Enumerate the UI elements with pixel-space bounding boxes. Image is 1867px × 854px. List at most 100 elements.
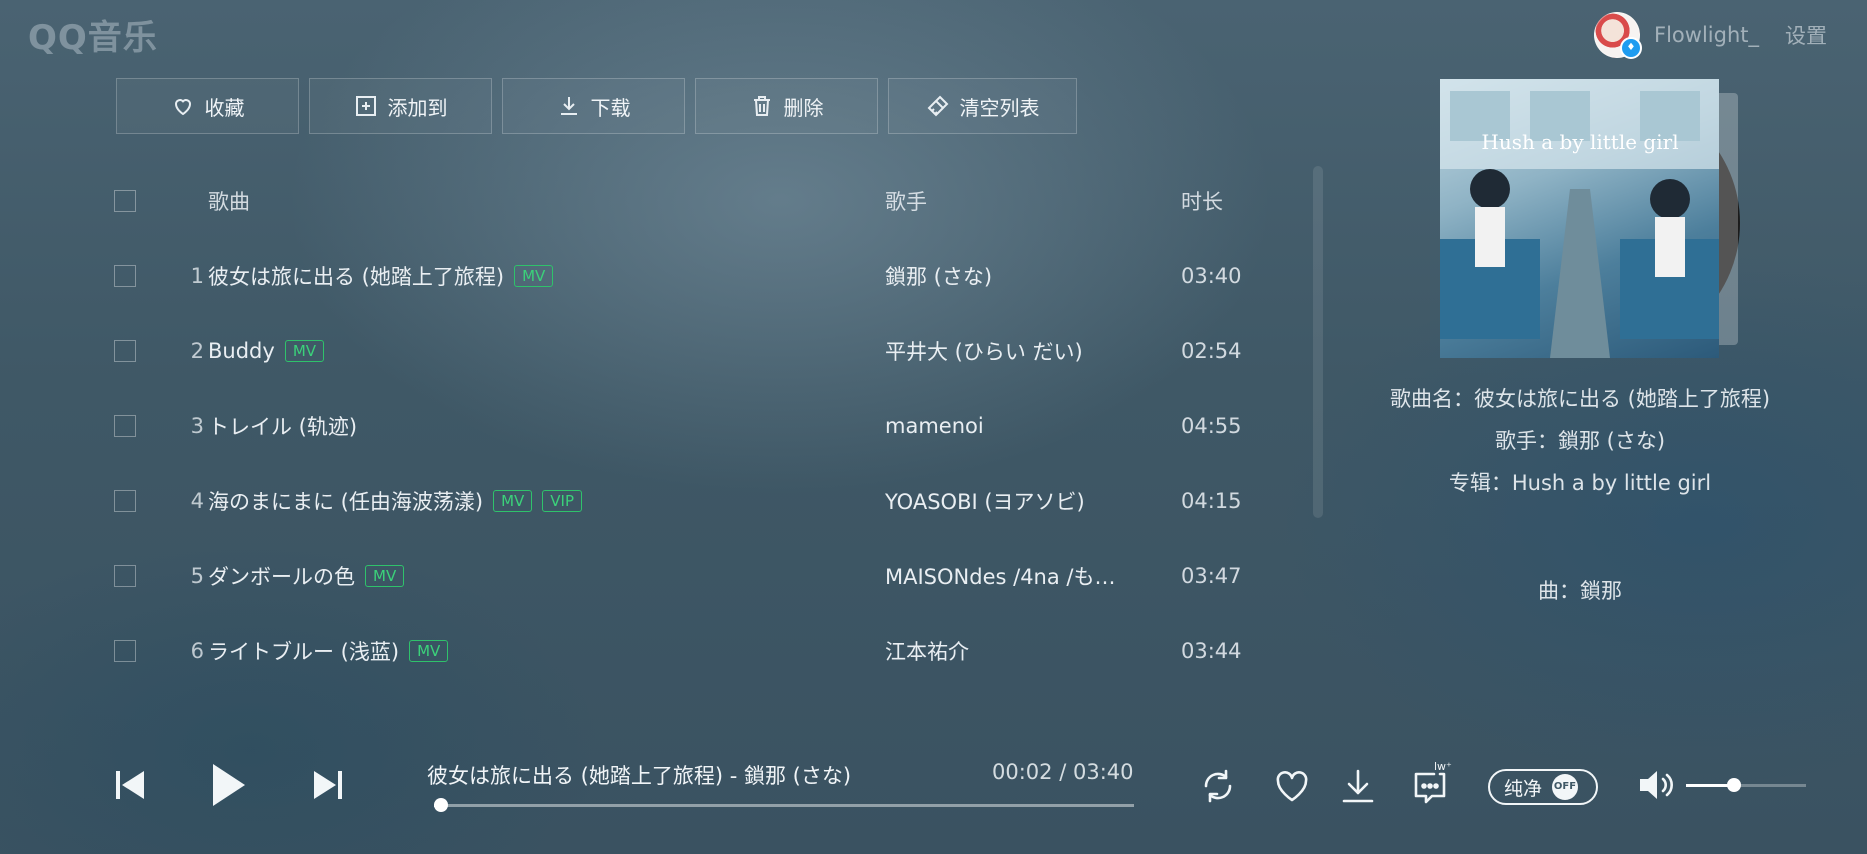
mv-badge[interactable]: MV	[514, 264, 554, 287]
song-artist[interactable]: 江本祐介	[885, 636, 1125, 666]
song-row[interactable]: 1 彼女は旅に出る (她踏上了旅程) MV 鎖那 (さな) 03:40	[112, 238, 1252, 313]
like-button[interactable]	[1270, 764, 1314, 808]
loop-mode-button[interactable]	[1196, 764, 1240, 808]
song-title-cell: ライトブルー (浅蓝) MV	[208, 636, 449, 666]
mv-badge[interactable]: MV	[284, 339, 325, 362]
song-artist[interactable]: 平井大 (ひらい だい)	[885, 336, 1125, 366]
volume-knob[interactable]	[1727, 778, 1741, 792]
song-title[interactable]: トレイル (轨迹)	[208, 411, 357, 441]
song-list-scrollbar[interactable]	[1313, 166, 1323, 518]
song-duration: 04:15	[1181, 488, 1242, 513]
song-name-info: 歌曲名：彼女は旅に出る (她踏上了旅程)	[1389, 387, 1771, 411]
download-button[interactable]: 下载	[502, 78, 685, 134]
pure-mode-label: 纯净	[1504, 777, 1543, 800]
song-title[interactable]: 彼女は旅に出る (她踏上了旅程)	[208, 261, 504, 291]
app-logo: QQ音乐	[28, 18, 158, 58]
username[interactable]: Flowlight_	[1654, 23, 1759, 47]
delete-button[interactable]: 删除	[695, 78, 878, 134]
mv-badge[interactable]: MV	[409, 639, 449, 662]
row-index: 6	[190, 638, 204, 663]
song-duration: 03:40	[1181, 263, 1242, 288]
row-checkbox[interactable]	[114, 564, 136, 587]
song-row[interactable]: 4 海のまにまに (任由海波荡漾) MV VIP YOASOBI (ヨアソビ) …	[112, 463, 1252, 538]
add-to-button[interactable]: 添加到	[309, 78, 492, 134]
row-checkbox[interactable]	[114, 264, 136, 287]
song-title-cell: 彼女は旅に出る (她踏上了旅程) MV	[208, 261, 554, 291]
row-checkbox[interactable]	[114, 339, 136, 362]
row-checkbox[interactable]	[114, 639, 136, 662]
download-track-button[interactable]	[1336, 764, 1380, 808]
song-artist[interactable]: YOASOBI (ヨアソビ)	[885, 486, 1125, 516]
volume-button[interactable]	[1636, 766, 1676, 808]
volume-slider[interactable]	[1686, 778, 1806, 792]
add-to-label: 添加到	[387, 95, 448, 120]
song-row[interactable]: 2 Buddy MV 平井大 (ひらい だい) 02:54	[112, 313, 1252, 388]
skip-previous-icon	[116, 771, 144, 799]
playback-time: 00:02 / 03:40	[992, 760, 1134, 784]
pure-mode-toggle[interactable]: 纯净 OFF	[1488, 769, 1598, 805]
album-info[interactable]: 专辑：Hush a by little girl	[1380, 467, 1780, 497]
delete-label: 删除	[783, 95, 824, 120]
song-duration: 03:44	[1181, 638, 1242, 663]
elapsed-time: 00:02	[992, 760, 1053, 784]
row-checkbox[interactable]	[114, 489, 136, 512]
song-row[interactable]: 3 トレイル (轨迹) mamenoi 04:55	[112, 388, 1252, 463]
skip-next-icon	[314, 771, 342, 799]
song-list-toolbar: 收藏 添加到 下载 删除 清空列表	[116, 78, 1077, 134]
progress-bar[interactable]	[434, 798, 1134, 812]
song-title-cell: 海のまにまに (任由海波荡漾) MV VIP	[208, 486, 582, 516]
select-all-checkbox[interactable]	[114, 189, 136, 212]
row-index: 1	[190, 263, 204, 288]
row-checkbox[interactable]	[114, 414, 136, 437]
song-duration: 03:47	[1181, 563, 1242, 588]
download-label: 下载	[590, 95, 631, 120]
clear-list-button[interactable]: 清空列表	[888, 78, 1077, 134]
row-index: 5	[190, 563, 204, 588]
song-row[interactable]: 6 ライトブルー (浅蓝) MV 江本祐介 03:44	[112, 613, 1252, 688]
favorite-button[interactable]: 收藏	[116, 78, 299, 134]
download-icon	[1342, 769, 1374, 803]
lyrics-badge: lw⁺	[1434, 760, 1452, 773]
next-button[interactable]	[312, 769, 344, 805]
vip-badge: VIP	[542, 489, 582, 512]
vip-status-icon: ♦	[1620, 37, 1643, 59]
album-art-area: Hush a by little girl	[1440, 79, 1740, 359]
row-index: 3	[190, 413, 204, 438]
song-title[interactable]: 海のまにまに (任由海波荡漾)	[208, 486, 483, 516]
total-time: 03:40	[1072, 760, 1134, 784]
previous-button[interactable]	[114, 769, 146, 805]
cover-title-text: Hush a by little girl	[1481, 130, 1678, 154]
heart-outline-icon	[1276, 771, 1308, 802]
song-artist[interactable]: mamenoi	[885, 414, 1125, 438]
pure-mode-state: OFF	[1552, 774, 1579, 800]
play-button[interactable]	[211, 762, 247, 812]
song-title[interactable]: ライトブルー (浅蓝)	[208, 636, 399, 666]
composer-info: 曲：鎖那	[1538, 579, 1622, 603]
user-avatar[interactable]: ♦	[1594, 12, 1643, 59]
song-title-cell: トレイル (轨迹)	[208, 411, 357, 441]
song-list-header: 歌曲 歌手 时长	[112, 163, 1252, 238]
song-title[interactable]: Buddy	[208, 339, 275, 363]
row-index: 4	[190, 488, 204, 513]
settings-link[interactable]: 设置	[1785, 20, 1827, 50]
broom-icon	[927, 95, 948, 117]
artist-info[interactable]: 歌手：鎖那 (さな)	[1380, 425, 1780, 455]
lyrics-button[interactable]: lw⁺	[1408, 760, 1452, 808]
mv-badge[interactable]: MV	[493, 489, 533, 512]
header-duration: 时长	[1181, 189, 1223, 214]
album-cover[interactable]: Hush a by little girl	[1440, 79, 1719, 358]
play-icon	[213, 764, 245, 806]
row-index: 2	[190, 338, 204, 363]
song-title[interactable]: ダンボールの色	[208, 561, 355, 591]
progress-knob[interactable]	[434, 798, 448, 812]
download-icon	[560, 97, 577, 115]
mv-badge[interactable]: MV	[365, 564, 405, 587]
header-song: 歌曲	[208, 189, 250, 214]
plus-square-icon	[355, 96, 376, 116]
song-row[interactable]: 5 ダンボールの色 MV MAISONdes /4na /も… 03:47	[112, 538, 1252, 613]
song-duration: 04:55	[1181, 413, 1242, 438]
song-artist[interactable]: 鎖那 (さな)	[885, 261, 1125, 291]
song-artist[interactable]: MAISONdes /4na /も…	[885, 561, 1125, 591]
song-title-cell: Buddy MV	[208, 339, 325, 363]
now-playing-title: 彼女は旅に出る (她踏上了旅程) - 鎖那 (さな)	[427, 764, 852, 788]
